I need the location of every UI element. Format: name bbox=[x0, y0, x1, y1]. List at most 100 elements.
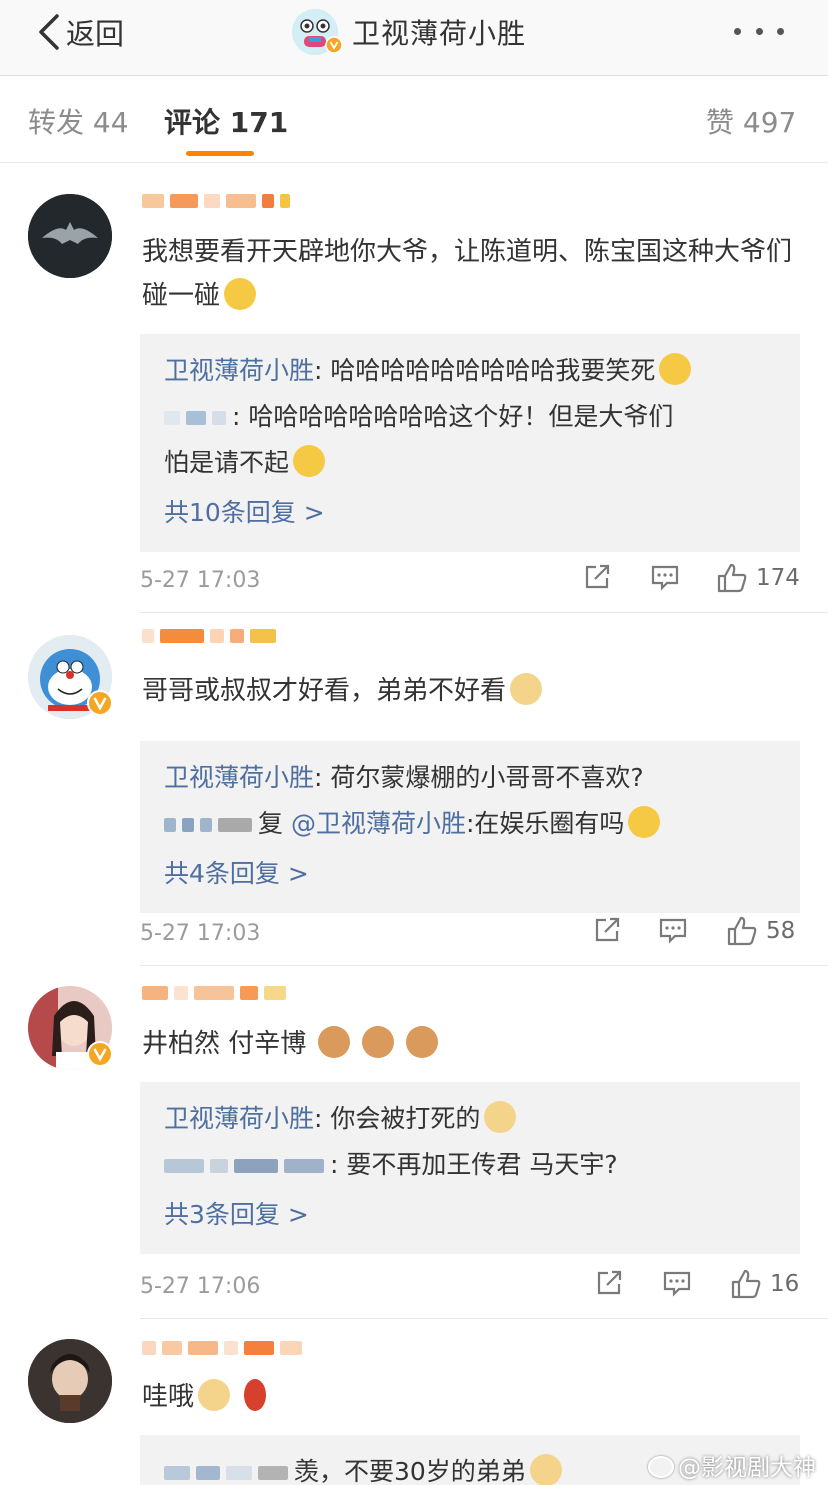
thumbs-up-icon bbox=[717, 563, 747, 593]
view-all-replies-link[interactable]: 共3条回复 > bbox=[164, 1190, 776, 1240]
reply-text: 要不再加王传君 马天宇? bbox=[346, 1150, 618, 1179]
reply-text: 你会被打死的 bbox=[330, 1104, 481, 1133]
blurred-username[interactable] bbox=[142, 978, 292, 1008]
comment-body: 哇哦 bbox=[142, 1382, 195, 1412]
doge-emoji-icon bbox=[198, 1379, 231, 1411]
blurred-username[interactable] bbox=[142, 186, 296, 216]
shush-emoji-icon bbox=[628, 806, 661, 838]
watermark-text: @影视剧大神 bbox=[678, 1455, 816, 1481]
verified-badge-icon bbox=[86, 1040, 114, 1072]
top-navigation-bar: 返回 卫视薄荷小胜 bbox=[0, 0, 828, 76]
reply-author[interactable]: 卫视薄荷小胜 bbox=[164, 356, 314, 385]
reply-text: 怕是请不起 bbox=[164, 448, 290, 477]
reply-line[interactable]: 复 @卫视薄荷小胜:在娱乐圈有吗 bbox=[164, 801, 776, 847]
reply-line[interactable]: : 哈哈哈哈哈哈哈哈这个好！但是大爷们 bbox=[164, 394, 776, 440]
reply-text: 哈哈哈哈哈哈哈哈哈我要笑死 bbox=[330, 356, 656, 385]
divider bbox=[140, 965, 828, 966]
tab-comments[interactable]: 评论 171 bbox=[164, 101, 288, 141]
divider bbox=[140, 1318, 828, 1319]
reply-line[interactable]: 卫视薄荷小胜: 荷尔蒙爆棚的小哥哥不喜欢? bbox=[164, 755, 776, 801]
reply-line[interactable]: 卫视薄荷小胜: 你会被打死的 bbox=[164, 1096, 776, 1142]
reply-author[interactable]: 卫视薄荷小胜 bbox=[164, 763, 314, 792]
chevron-left-icon bbox=[39, 14, 59, 50]
account-header[interactable]: 卫视薄荷小胜 bbox=[292, 8, 526, 56]
comment-body: 井柏然 付辛博 bbox=[142, 1029, 307, 1059]
comment-meta: 5-27 17:06 16 bbox=[140, 1268, 800, 1308]
reply-line-continued: 怕是请不起 bbox=[164, 440, 776, 486]
tab-likes-label: 赞 bbox=[706, 106, 735, 139]
comment-icon[interactable] bbox=[662, 1268, 692, 1298]
repost-icon[interactable] bbox=[582, 562, 612, 592]
reply-preview-box[interactable]: 卫视薄荷小胜: 荷尔蒙爆棚的小哥哥不喜欢? 复 @卫视薄荷小胜:在娱乐圈有吗 共… bbox=[140, 741, 800, 913]
doge-emoji-icon bbox=[484, 1101, 517, 1133]
tab-likes-count: 497 bbox=[742, 106, 797, 139]
like-count: 58 bbox=[766, 918, 796, 944]
repost-icon[interactable] bbox=[594, 1268, 624, 1298]
more-icon[interactable] bbox=[734, 28, 784, 38]
avatar[interactable] bbox=[28, 194, 112, 278]
active-tab-indicator bbox=[186, 151, 254, 156]
comment-time: 5-27 17:06 bbox=[140, 1274, 261, 1299]
thumbs-up-icon bbox=[727, 916, 757, 946]
comment-body: 哥哥或叔叔才好看，弟弟不好看 bbox=[142, 676, 507, 706]
blurred-username[interactable] bbox=[142, 621, 282, 651]
like-count: 174 bbox=[756, 565, 800, 591]
view-all-replies-link[interactable]: 共4条回复 > bbox=[164, 849, 776, 899]
reply-text: 哈哈哈哈哈哈哈哈这个好！但是大爷们 bbox=[248, 402, 674, 431]
reply-separator: : bbox=[232, 402, 249, 431]
avatar[interactable] bbox=[28, 1339, 112, 1423]
cat-emoji-icon bbox=[362, 1026, 395, 1058]
reply-text: :在娱乐圈有吗 bbox=[465, 809, 625, 838]
doge-emoji-icon bbox=[529, 1454, 562, 1485]
reply-text: 羡，不要30岁的弟弟 bbox=[294, 1457, 526, 1485]
reply-preview-box[interactable]: 卫视薄荷小胜: 你会被打死的 : 要不再加王传君 马天宇? 共3条回复 > bbox=[140, 1082, 800, 1254]
tab-bar: 转发 44 评论 171 赞 497 bbox=[0, 77, 828, 163]
repost-icon[interactable] bbox=[592, 915, 622, 945]
comment-text: 哇哦 bbox=[142, 1375, 792, 1419]
like-button[interactable]: 174 bbox=[716, 562, 800, 594]
tab-repost-count: 44 bbox=[92, 106, 129, 139]
tab-comments-count: 171 bbox=[229, 106, 289, 139]
account-avatar[interactable] bbox=[292, 9, 343, 55]
blurred-reply-author[interactable] bbox=[164, 1159, 204, 1173]
thumbs-up-icon bbox=[731, 1269, 761, 1299]
reply-prefix: 复 bbox=[258, 809, 291, 838]
back-button[interactable]: 返回 bbox=[38, 12, 124, 52]
reply-author[interactable]: 卫视薄荷小胜 bbox=[164, 1104, 314, 1133]
tab-comments-label: 评论 bbox=[164, 106, 221, 139]
view-all-replies-link[interactable]: 共10条回复 > bbox=[164, 488, 776, 538]
reply-separator: : bbox=[314, 356, 331, 385]
rofl-emoji-icon bbox=[293, 445, 326, 477]
reply-text: 荷尔蒙爆棚的小哥哥不喜欢? bbox=[330, 763, 644, 792]
comment-icon[interactable] bbox=[650, 562, 680, 592]
comment-time: 5-27 17:03 bbox=[140, 568, 261, 593]
avatar[interactable] bbox=[28, 986, 114, 1072]
comment-icon[interactable] bbox=[658, 915, 688, 945]
tab-likes[interactable]: 赞 497 bbox=[706, 101, 796, 141]
like-button[interactable]: 58 bbox=[726, 915, 795, 947]
back-label: 返回 bbox=[66, 17, 125, 51]
blurred-reply-author[interactable] bbox=[164, 411, 180, 425]
avatar[interactable] bbox=[28, 635, 114, 721]
blurred-username[interactable] bbox=[142, 1333, 308, 1363]
smirk-emoji-icon bbox=[224, 278, 257, 310]
reply-line[interactable]: 卫视薄荷小胜: 哈哈哈哈哈哈哈哈哈我要笑死 bbox=[164, 348, 776, 394]
blurred-reply-author[interactable] bbox=[164, 1466, 190, 1480]
like-button[interactable]: 16 bbox=[730, 1268, 799, 1300]
tab-repost-label: 转发 bbox=[28, 106, 85, 139]
weibo-logo-icon bbox=[648, 1456, 674, 1478]
blurred-reply-author[interactable] bbox=[164, 818, 176, 832]
reply-separator: : bbox=[314, 1104, 331, 1133]
doge-emoji-icon bbox=[510, 673, 543, 705]
verified-badge-icon bbox=[325, 36, 343, 58]
cat-emoji-icon bbox=[318, 1026, 351, 1058]
tab-repost[interactable]: 转发 44 bbox=[28, 101, 129, 141]
laugh-cry-emoji-icon bbox=[659, 353, 692, 385]
comment-time: 5-27 17:03 bbox=[140, 921, 261, 946]
mention-link[interactable]: @卫视薄荷小胜 bbox=[291, 809, 466, 838]
reply-preview-box[interactable]: 卫视薄荷小胜: 哈哈哈哈哈哈哈哈哈我要笑死 : 哈哈哈哈哈哈哈哈这个好！但是大爷… bbox=[140, 334, 800, 552]
page-title: 卫视薄荷小胜 bbox=[352, 17, 527, 50]
comment-text: 井柏然 付辛博 bbox=[142, 1022, 792, 1066]
reply-line[interactable]: : 要不再加王传君 马天宇? bbox=[164, 1142, 776, 1188]
verified-badge-icon bbox=[86, 689, 114, 721]
